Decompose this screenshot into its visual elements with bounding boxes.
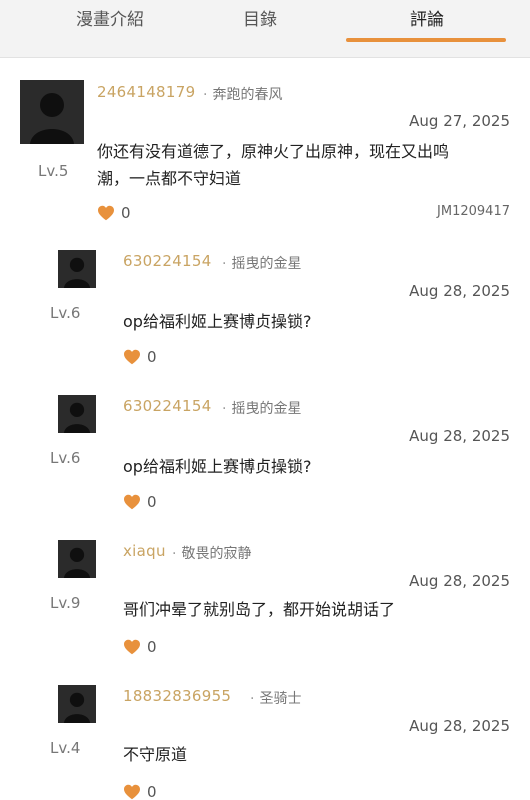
avatar[interactable] — [58, 395, 96, 433]
avatar[interactable] — [20, 80, 84, 144]
comment-date: Aug 28, 2025 — [409, 427, 510, 445]
comment-text: op给福利姬上赛博贞操锁? — [123, 312, 312, 331]
comment-date: Aug 28, 2025 — [409, 282, 510, 300]
user-level: Lv.9 — [50, 594, 81, 612]
user-silhouette-icon — [58, 250, 96, 288]
comment-date: Aug 27, 2025 — [409, 112, 510, 130]
comic-id: JM1209417 — [437, 204, 510, 219]
comment-text: 不守原道 — [123, 745, 188, 764]
reply-item: Lv.9 xiaqu · 敬畏的寂静 Aug 28, 2025 哥们冲晕了就别岛了… — [0, 520, 530, 665]
heart-icon — [124, 639, 140, 655]
reply-item: Lv.6 630224154 · 摇曳的金星 Aug 28, 2025 op给福利… — [0, 375, 530, 520]
user-silhouette-icon — [58, 395, 96, 433]
user-nickname: · 奔跑的春风 — [203, 87, 283, 103]
like-count: 0 — [147, 638, 157, 656]
heart-icon — [98, 205, 114, 221]
user-nickname: · 圣骑士 — [250, 691, 302, 707]
like-button[interactable]: 0 — [123, 348, 157, 366]
avatar[interactable] — [58, 685, 96, 723]
like-button[interactable]: 0 — [97, 204, 131, 222]
comment-date: Aug 28, 2025 — [409, 572, 510, 590]
user-nickname: · 敬畏的寂静 — [172, 546, 252, 562]
heart-icon — [124, 349, 140, 365]
heart-icon — [124, 784, 140, 800]
user-nickname: · 摇曳的金星 — [222, 401, 302, 417]
user-level: Lv.4 — [50, 739, 81, 757]
like-button[interactable]: 0 — [123, 493, 157, 511]
reply-item: Lv.6 630224154 · 摇曳的金星 Aug 28, 2025 op给福利… — [0, 230, 530, 375]
reply-item: Lv.4 18832836955 · 圣骑士 Aug 28, 2025 不守原道 … — [0, 665, 530, 800]
heart-icon — [124, 494, 140, 510]
comment-text: 你还有没有道德了，原神火了出原神，现在又出鸣 潮，一点都不守妇道 — [97, 142, 450, 188]
user-silhouette-icon — [58, 685, 96, 723]
comment-date: Aug 28, 2025 — [409, 717, 510, 735]
user-id[interactable]: 630224154 — [123, 397, 212, 415]
comment-text: 哥们冲晕了就别岛了，都开始说胡话了 — [123, 600, 396, 619]
user-id[interactable]: 18832836955 — [123, 687, 231, 705]
user-level: Lv.6 — [50, 304, 81, 322]
like-count: 0 — [147, 348, 157, 366]
avatar[interactable] — [58, 250, 96, 288]
user-level: Lv.6 — [50, 449, 81, 467]
user-silhouette-icon — [20, 80, 84, 144]
user-id[interactable]: 2464148179 — [97, 83, 195, 101]
user-id[interactable]: xiaqu — [123, 542, 166, 560]
comment-text: op给福利姬上赛博贞操锁? — [123, 457, 312, 476]
like-count: 0 — [121, 204, 131, 222]
user-id[interactable]: 630224154 — [123, 252, 212, 270]
like-count: 0 — [147, 783, 157, 800]
user-silhouette-icon — [58, 540, 96, 578]
like-button[interactable]: 0 — [123, 783, 157, 800]
user-level: Lv.5 — [38, 162, 69, 180]
avatar[interactable] — [58, 540, 96, 578]
user-nickname: · 摇曳的金星 — [222, 256, 302, 272]
like-count: 0 — [147, 493, 157, 511]
comment-item: Lv.5 2464148179 · 奔跑的春风 Aug 27, 2025 你还有没… — [0, 0, 530, 230]
like-button[interactable]: 0 — [123, 638, 157, 656]
